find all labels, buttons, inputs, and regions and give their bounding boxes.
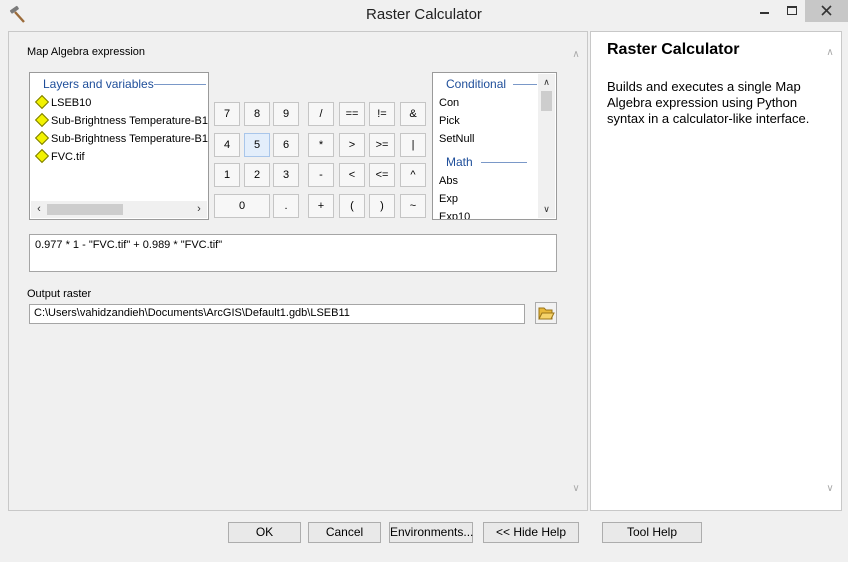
hide-help-button[interactable]: << Hide Help bbox=[483, 522, 579, 543]
layer-label: Sub-Brightness Temperature-B1 bbox=[51, 133, 208, 145]
key-3[interactable]: 3 bbox=[273, 163, 299, 187]
panel-scroll-down-icon[interactable]: ∨ bbox=[570, 484, 582, 494]
expression-text: 0.977 * 1 - "FVC.tif" + 0.989 * "FVC.tif… bbox=[35, 239, 223, 251]
function-item[interactable]: Con bbox=[439, 97, 459, 109]
map-algebra-label: Map Algebra expression bbox=[27, 46, 146, 58]
function-item[interactable]: Abs bbox=[439, 175, 458, 187]
function-item[interactable]: Exp10 bbox=[439, 211, 470, 219]
key-2[interactable]: 2 bbox=[244, 163, 270, 187]
key-xor[interactable]: ^ bbox=[400, 163, 426, 187]
functions-list[interactable]: Conditional Con Pick SetNull Math Abs Ex… bbox=[432, 72, 557, 220]
key-8[interactable]: 8 bbox=[244, 102, 270, 126]
key-greater[interactable]: > bbox=[339, 133, 365, 157]
math-heading-rule bbox=[481, 162, 527, 163]
key-equal[interactable]: == bbox=[339, 102, 365, 126]
environments-button[interactable]: Environments... bbox=[389, 522, 473, 543]
function-item[interactable]: Exp bbox=[439, 193, 458, 205]
scroll-down-icon[interactable]: ∨ bbox=[538, 201, 555, 218]
output-raster-label: Output raster bbox=[27, 288, 92, 300]
layers-heading: Layers and variables bbox=[43, 77, 154, 91]
key-plus[interactable]: + bbox=[308, 194, 334, 218]
panel-scroll-up-icon[interactable]: ∧ bbox=[570, 50, 582, 60]
minimize-button[interactable] bbox=[751, 0, 778, 22]
scroll-left-icon[interactable]: ‹ bbox=[31, 201, 47, 218]
cancel-button[interactable]: Cancel bbox=[308, 522, 381, 543]
key-not-equal[interactable]: != bbox=[369, 102, 395, 126]
raster-layer-icon bbox=[34, 130, 50, 146]
scroll-right-icon[interactable]: › bbox=[191, 201, 207, 218]
output-raster-value: C:\Users\vahidzandieh\Documents\ArcGIS\D… bbox=[34, 307, 350, 319]
help-title: Raster Calculator bbox=[607, 41, 740, 58]
layer-label: LSEB10 bbox=[51, 97, 92, 109]
key-or[interactable]: | bbox=[400, 133, 426, 157]
key-multiply[interactable]: * bbox=[308, 133, 334, 157]
key-close-paren[interactable]: ) bbox=[369, 194, 395, 218]
functions-vscrollbar[interactable]: ∧ ∨ bbox=[538, 74, 555, 218]
key-0[interactable]: 0 bbox=[214, 194, 270, 218]
key-minus[interactable]: - bbox=[308, 163, 334, 187]
open-folder-icon bbox=[538, 307, 555, 320]
scroll-thumb[interactable] bbox=[541, 91, 552, 111]
layers-hscrollbar[interactable]: ‹ › bbox=[31, 201, 207, 218]
key-divide[interactable]: / bbox=[308, 102, 334, 126]
layer-label: Sub-Brightness Temperature-B1 bbox=[51, 115, 208, 127]
close-button[interactable] bbox=[805, 0, 848, 22]
layers-heading-rule bbox=[154, 84, 206, 85]
raster-layer-icon bbox=[34, 112, 50, 128]
minimize-icon bbox=[760, 12, 769, 14]
key-4[interactable]: 4 bbox=[214, 133, 240, 157]
key-and[interactable]: & bbox=[400, 102, 426, 126]
key-6[interactable]: 6 bbox=[273, 133, 299, 157]
expression-textbox[interactable]: 0.977 * 1 - "FVC.tif" + 0.989 * "FVC.tif… bbox=[29, 234, 557, 272]
tool-help-button[interactable]: Tool Help bbox=[602, 522, 702, 543]
math-heading: Math bbox=[446, 155, 473, 169]
key-less[interactable]: < bbox=[339, 163, 365, 187]
key-less-equal[interactable]: <= bbox=[369, 163, 395, 187]
browse-output-button[interactable] bbox=[535, 302, 557, 324]
key-greater-equal[interactable]: >= bbox=[369, 133, 395, 157]
expression-panel: Map Algebra expression ∧ ∨ Layers and va… bbox=[8, 31, 588, 511]
layers-list[interactable]: Layers and variables LSEB10 Sub-Brightne… bbox=[29, 72, 209, 220]
key-9[interactable]: 9 bbox=[273, 102, 299, 126]
help-panel: Raster Calculator Builds and executes a … bbox=[590, 31, 842, 511]
function-item[interactable]: Pick bbox=[439, 115, 460, 127]
title-bar: Raster Calculator bbox=[0, 0, 848, 30]
help-description: Builds and executes a single Map Algebra… bbox=[607, 79, 810, 126]
window-title: Raster Calculator bbox=[366, 6, 482, 23]
list-item[interactable]: LSEB10 bbox=[34, 94, 91, 112]
list-item[interactable]: FVC.tif bbox=[34, 148, 85, 166]
key-open-paren[interactable]: ( bbox=[339, 194, 365, 218]
close-icon bbox=[821, 5, 832, 16]
function-item[interactable]: SetNull bbox=[439, 133, 474, 145]
key-7[interactable]: 7 bbox=[214, 102, 240, 126]
conditional-heading: Conditional bbox=[446, 77, 507, 91]
key-5[interactable]: 5 bbox=[244, 133, 270, 157]
list-item[interactable]: Sub-Brightness Temperature-B1 bbox=[34, 130, 208, 148]
scroll-up-icon[interactable]: ∧ bbox=[538, 74, 555, 91]
output-raster-field[interactable]: C:\Users\vahidzandieh\Documents\ArcGIS\D… bbox=[29, 304, 525, 324]
ok-button[interactable]: OK bbox=[228, 522, 301, 543]
key-decimal[interactable]: . bbox=[273, 194, 299, 218]
key-not[interactable]: ~ bbox=[400, 194, 426, 218]
help-scroll-up-icon[interactable]: ∧ bbox=[824, 48, 836, 58]
raster-layer-icon bbox=[34, 94, 50, 110]
conditional-heading-rule bbox=[513, 84, 537, 85]
maximize-button[interactable] bbox=[778, 0, 805, 22]
maximize-icon bbox=[787, 6, 797, 15]
raster-layer-icon bbox=[34, 148, 50, 164]
help-scroll-down-icon[interactable]: ∨ bbox=[824, 484, 836, 494]
list-item[interactable]: Sub-Brightness Temperature-B1 bbox=[34, 112, 208, 130]
scroll-thumb[interactable] bbox=[47, 204, 123, 215]
layer-label: FVC.tif bbox=[51, 151, 85, 163]
key-1[interactable]: 1 bbox=[214, 163, 240, 187]
